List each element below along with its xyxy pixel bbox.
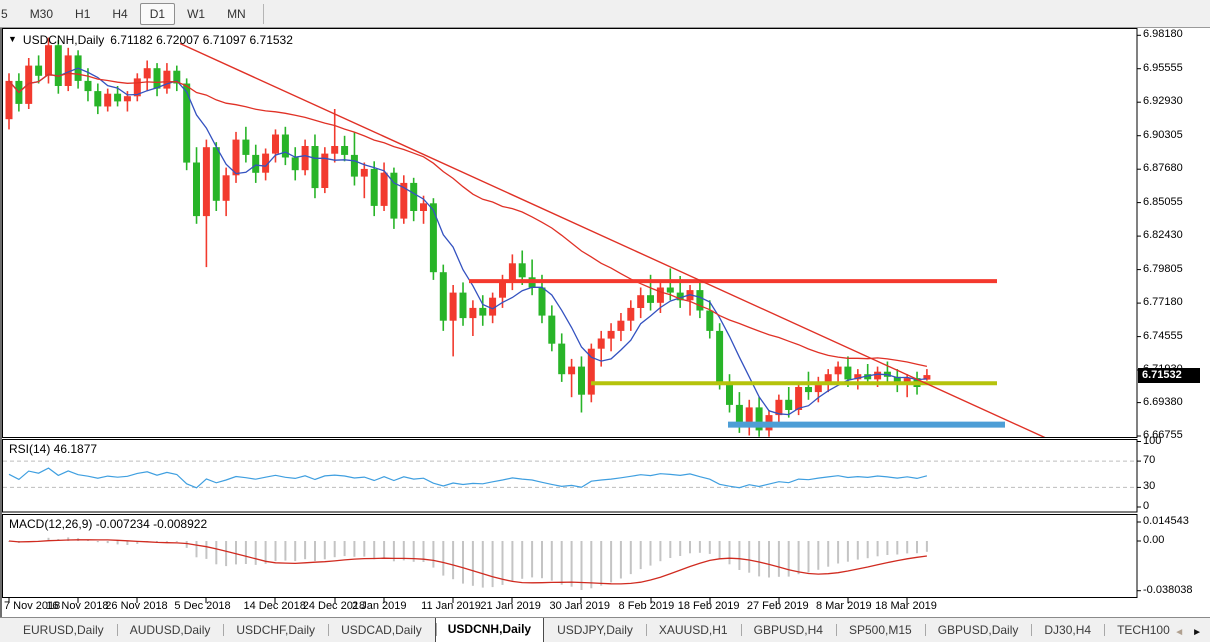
price-axis-label: 6.77180 bbox=[1143, 296, 1183, 309]
date-axis-label: 18 Mar 2019 bbox=[875, 600, 937, 612]
timeframe-button-h4[interactable]: H4 bbox=[102, 3, 137, 25]
tab-eurusd-daily[interactable]: EURUSD,Daily bbox=[10, 619, 117, 642]
rsi-axis-label: 0 bbox=[1143, 500, 1150, 512]
tab-tech100-h1[interactable]: TECH100,H1 bbox=[1104, 619, 1170, 642]
price-axis-label: 6.87680 bbox=[1143, 162, 1183, 175]
date-axis-label: 30 Jan 2019 bbox=[549, 600, 611, 612]
timeframe-toolbar: 5 M30 H1 H4 D1 W1 MN bbox=[0, 0, 1210, 28]
timeframe-button-h1[interactable]: H1 bbox=[65, 3, 100, 25]
current-price-tag: 6.71532 bbox=[1138, 367, 1200, 383]
rsi-header: RSI(14) 46.1877 bbox=[9, 442, 98, 456]
tab-audusd-daily[interactable]: AUDUSD,Daily bbox=[116, 619, 224, 642]
chart-symbol-label: USDCNH,Daily bbox=[22, 33, 105, 47]
rsi-line bbox=[8, 467, 928, 489]
tab-scroll-left-icon[interactable]: ◄ bbox=[1174, 627, 1184, 638]
date-axis-label: 27 Feb 2019 bbox=[746, 600, 809, 612]
date-axis-label: 26 Nov 2018 bbox=[105, 600, 168, 612]
timeframe-button-d1[interactable]: D1 bbox=[139, 2, 176, 25]
timeframe-button-5[interactable]: 5 bbox=[0, 3, 18, 25]
date-axis-label: 21 Jan 2019 bbox=[480, 600, 541, 612]
price-axis-label: 6.69380 bbox=[1143, 395, 1183, 408]
symbol-tab-bar: EURUSD,Daily AUDUSD,Daily USDCHF,Daily USDC… bbox=[0, 617, 1210, 642]
toolbar-separator bbox=[262, 3, 264, 24]
chart-menu-icon[interactable]: ▼ bbox=[8, 34, 17, 44]
macd-axis-label: 0.00 bbox=[1143, 534, 1165, 546]
price-axis-label: 6.79805 bbox=[1143, 262, 1183, 275]
tab-sp500-m15[interactable]: SP500,M15 bbox=[835, 619, 925, 642]
rsi-axis-label: 70 bbox=[1143, 454, 1156, 467]
chart-ohlc-values: 6.71182 6.72007 6.71097 6.71532 bbox=[110, 33, 293, 47]
chart-title: ▼ USDCNH,Daily 6.71182 6.72007 6.71097 6… bbox=[8, 33, 293, 47]
ma-fast-line bbox=[8, 67, 927, 416]
timeframe-button-mn[interactable]: MN bbox=[217, 3, 256, 25]
macd-axis-label: 0.014543 bbox=[1143, 514, 1189, 527]
timeframe-button-w1[interactable]: W1 bbox=[177, 3, 215, 25]
tab-usdcnh-daily[interactable]: USDCNH,Daily bbox=[434, 618, 545, 642]
tab-xauusd-h1[interactable]: XAUUSD,H1 bbox=[645, 619, 741, 642]
price-axis-label: 6.98180 bbox=[1143, 28, 1183, 41]
price-axis-label: 6.74555 bbox=[1143, 329, 1183, 342]
price-axis-label: 6.95555 bbox=[1143, 61, 1183, 74]
date-axis-label: 5 Dec 2018 bbox=[174, 600, 231, 612]
date-axis-label: 18 Feb 2019 bbox=[677, 600, 740, 612]
tab-dj30-h4[interactable]: DJ30,H4 bbox=[1031, 619, 1104, 642]
price-axis-label: 6.92930 bbox=[1143, 95, 1183, 108]
date-axis-label: 8 Feb 2019 bbox=[618, 600, 675, 612]
chart-window: ▼ USDCNH,Daily 6.71182 6.72007 6.71097 6… bbox=[0, 28, 1210, 617]
tab-scroll-right-icon[interactable]: ► bbox=[1192, 627, 1202, 638]
price-axis-label: 6.90305 bbox=[1143, 128, 1183, 141]
date-axis-label: 2 Jan 2019 bbox=[352, 600, 407, 612]
rsi-axis-label: 30 bbox=[1143, 480, 1156, 493]
tab-usdjpy-daily[interactable]: USDJPY,Daily bbox=[544, 619, 646, 642]
candlestick-series bbox=[5, 37, 931, 437]
tab-usdcad-daily[interactable]: USDCAD,Daily bbox=[328, 619, 435, 642]
macd-histogram bbox=[8, 537, 928, 590]
macd-header: MACD(12,26,9) -0.007234 -0.008922 bbox=[9, 517, 208, 531]
date-axis-label: 8 Mar 2019 bbox=[815, 600, 872, 612]
rsi-axis-label: 100 bbox=[1143, 434, 1162, 447]
date-axis-label: 14 Dec 2018 bbox=[243, 600, 306, 612]
tab-usdchf-daily[interactable]: USDCHF,Daily bbox=[223, 619, 328, 642]
ma-slow-line bbox=[8, 72, 928, 368]
price-axis-label: 6.82430 bbox=[1143, 229, 1183, 242]
date-axis-label: 11 Jan 2019 bbox=[421, 600, 481, 612]
macd-axis-label: -0.038038 bbox=[1143, 583, 1193, 596]
tab-gbpusd-daily[interactable]: GBPUSD,Daily bbox=[924, 619, 1032, 642]
timeframe-button-m30[interactable]: M30 bbox=[20, 3, 63, 25]
descending-trendline[interactable] bbox=[179, 42, 1047, 439]
price-axis-label: 6.85055 bbox=[1143, 195, 1183, 208]
tab-gbpusd-h4[interactable]: GBPUSD,H4 bbox=[740, 619, 836, 642]
date-axis-label: 16 Nov 2018 bbox=[46, 600, 109, 612]
